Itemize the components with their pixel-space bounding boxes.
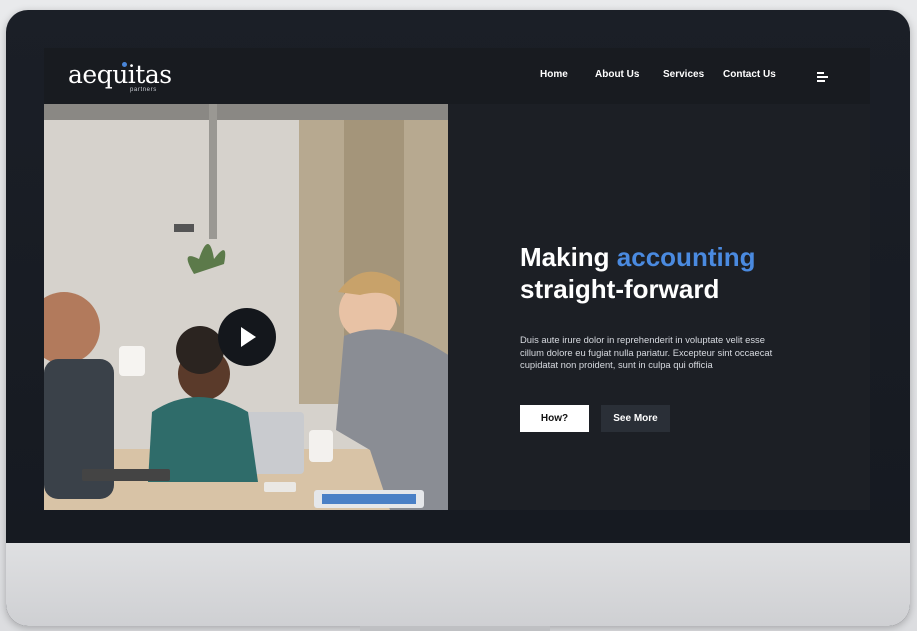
nav-item-home[interactable]: Home — [540, 69, 568, 80]
nav-item-about-us[interactable]: About Us — [595, 69, 639, 80]
monitor: aequitas partners Home About Us Services… — [6, 10, 910, 626]
office-meeting-illustration — [44, 104, 448, 510]
nav-item-services[interactable]: Services — [663, 69, 704, 80]
monitor-stand — [360, 626, 550, 631]
see-more-button[interactable]: See More — [601, 405, 670, 432]
hero-title: Making accounting straight-forward — [520, 241, 840, 305]
hamburger-icon[interactable] — [817, 72, 829, 82]
hero-title-accent: accounting — [616, 242, 756, 272]
logo-wordmark: aequitas — [68, 60, 172, 89]
how-button[interactable]: How? — [520, 405, 589, 432]
play-video-button[interactable] — [218, 308, 276, 366]
hero-description: Duis aute irure dolor in reprehenderit i… — [520, 334, 773, 371]
monitor-chin — [6, 543, 910, 626]
logo-tagline: partners — [130, 87, 157, 93]
hero-title-part2: straight-forward — [520, 274, 720, 304]
logo-dot-icon — [122, 62, 127, 67]
website-screen: aequitas partners Home About Us Services… — [44, 48, 870, 510]
hero-photo — [44, 104, 448, 510]
logo[interactable]: aequitas partners — [68, 60, 172, 94]
hero-title-part1: Making — [520, 242, 617, 272]
top-navigation: aequitas partners Home About Us Services… — [44, 48, 870, 104]
nav-item-contact-us[interactable]: Contact Us — [723, 69, 776, 80]
